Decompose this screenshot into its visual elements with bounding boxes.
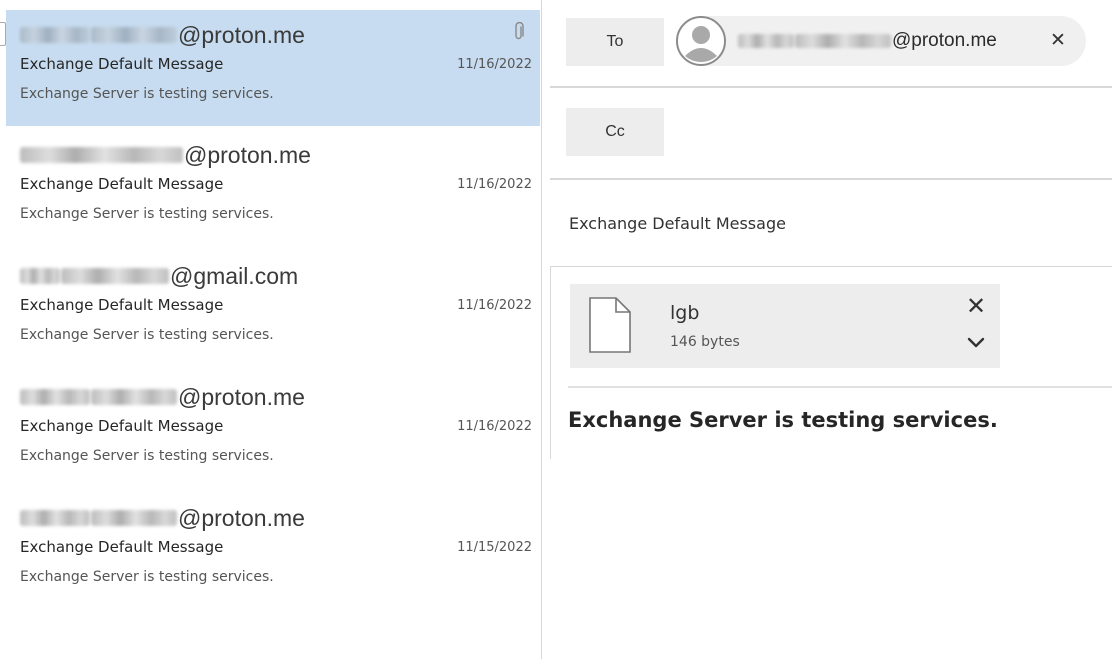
to-button[interactable]: To [566,18,664,66]
message-sender: @gmail.com [20,261,298,291]
redacted-name [20,389,90,405]
message-subject: Exchange Default Message [20,55,224,73]
mail-app: @proton.me Exchange Default Message 11/1… [0,0,1112,659]
cc-divider [550,178,1112,180]
subject-field[interactable]: Exchange Default Message [569,214,786,233]
paperclip-icon [515,22,524,40]
file-icon [589,297,631,353]
message-date: 11/16/2022 [457,419,532,434]
redacted-name [795,34,891,48]
message-sender: @proton.me [20,140,311,170]
recipient-domain: @proton.me [892,30,997,51]
redacted-name [91,510,177,526]
message-sender: @proton.me [20,382,305,412]
message-date: 11/16/2022 [457,177,532,192]
redacted-name [20,510,90,526]
message-date: 11/16/2022 [457,57,532,72]
sender-domain: @proton.me [178,22,305,48]
message-list-item[interactable]: @proton.me Exchange Default Message 11/1… [6,493,540,609]
redacted-name [20,27,90,43]
recipient-name: @proton.me [738,30,997,52]
redacted-name [91,27,177,43]
to-divider [550,86,1112,88]
compose-pane: To @proton.me ✕ Cc Exchange Default Mess… [550,0,1112,659]
message-preview: Exchange Server is testing services. [20,86,274,102]
message-preview: Exchange Server is testing services. [20,448,274,464]
sender-domain: @proton.me [178,505,305,531]
remove-recipient-icon[interactable]: ✕ [1048,30,1068,50]
attachment-size: 146 bytes [670,334,740,350]
message-list-item[interactable]: @gmail.com Exchange Default Message 11/1… [6,251,540,367]
message-subject: Exchange Default Message [20,538,224,556]
redacted-name [20,147,183,163]
message-subject: Exchange Default Message [20,417,224,435]
cc-button[interactable]: Cc [566,108,664,156]
selection-checkbox[interactable] [0,22,6,46]
message-preview: Exchange Server is testing services. [20,206,274,222]
avatar-placeholder-icon [676,16,726,66]
message-subject: Exchange Default Message [20,175,224,193]
sender-domain: @proton.me [178,384,305,410]
sender-domain: @gmail.com [170,263,299,289]
attachment-divider [568,386,1112,388]
redacted-name [61,268,169,284]
message-sender: @proton.me [20,503,305,533]
message-list-item[interactable]: @proton.me Exchange Default Message 11/1… [6,372,540,488]
message-date: 11/15/2022 [457,540,532,555]
message-list-item[interactable]: @proton.me Exchange Default Message 11/1… [0,10,540,126]
remove-attachment-icon[interactable]: ✕ [964,294,988,318]
redacted-name [738,34,794,48]
message-subject: Exchange Default Message [20,296,224,314]
message-preview: Exchange Server is testing services. [20,327,274,343]
message-preview: Exchange Server is testing services. [20,569,274,585]
redacted-name [20,268,60,284]
chevron-down-icon[interactable] [966,336,986,350]
message-list-item[interactable]: @proton.me Exchange Default Message 11/1… [6,130,540,246]
message-list: @proton.me Exchange Default Message 11/1… [0,0,542,659]
sender-domain: @proton.me [184,142,311,168]
message-body-text[interactable]: Exchange Server is testing services. [568,408,998,432]
attachment-name: lgb [670,302,700,324]
recipient-chip[interactable]: @proton.me ✕ [676,16,1086,66]
attachment-card[interactable]: lgb 146 bytes ✕ [570,284,1000,368]
message-date: 11/16/2022 [457,298,532,313]
redacted-name [91,389,177,405]
message-sender: @proton.me [20,20,305,50]
